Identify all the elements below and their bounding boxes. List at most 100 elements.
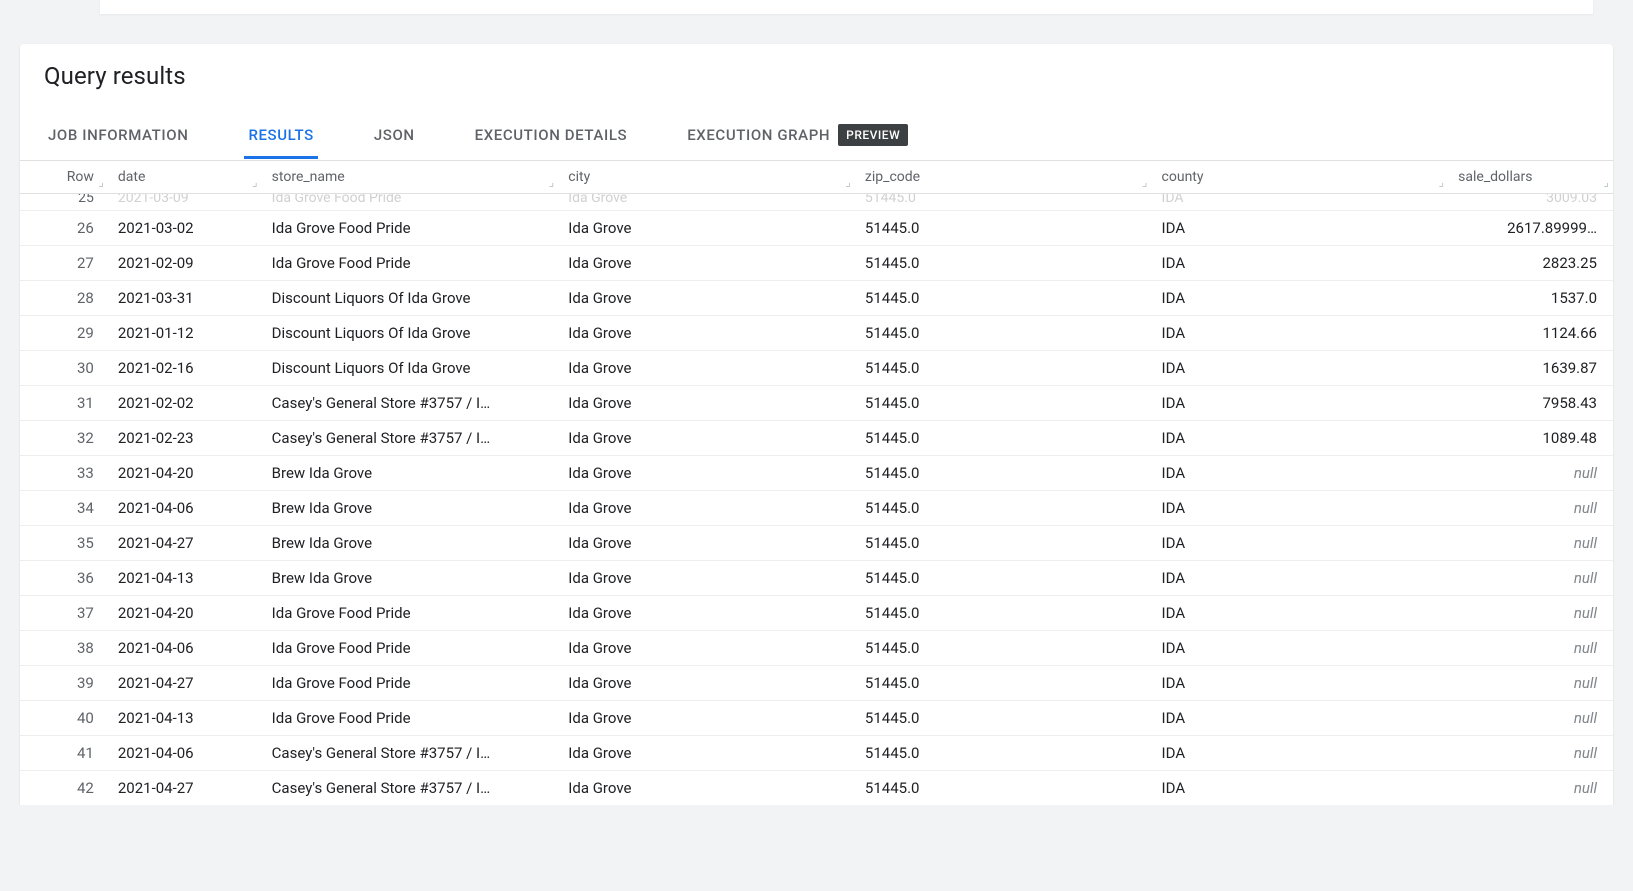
null-value: null (1574, 604, 1597, 622)
cell-sale-dollars: null (1448, 526, 1613, 561)
cell-county: IDA (1152, 771, 1449, 806)
cell-sale-dollars: null (1448, 736, 1613, 771)
cell-row: 39 (20, 666, 108, 701)
table-row[interactable]: 292021-01-12Discount Liquors Of Ida Grov… (20, 316, 1613, 351)
resize-handle-icon[interactable]: ⌟ (1439, 175, 1445, 189)
cell-row: 40 (20, 701, 108, 736)
cell-city: Ida Grove (558, 211, 855, 246)
table-row[interactable]: 302021-02-16Discount Liquors Of Ida Grov… (20, 351, 1613, 386)
cell-sale-dollars: 2823.25 (1448, 246, 1613, 281)
table-row[interactable]: 332021-04-20Brew Ida GroveIda Grove51445… (20, 456, 1613, 491)
cell-county: IDA (1152, 421, 1449, 456)
cell-sale-dollars: 2617.89999… (1448, 211, 1613, 246)
table-row[interactable]: 322021-02-23Casey's General Store #3757 … (20, 421, 1613, 456)
cell-row: 42 (20, 771, 108, 806)
header-row: Row⌟ date⌟ store_name⌟ city⌟ zip_code⌟ c… (20, 161, 1613, 194)
table-row[interactable]: 262021-03-02Ida Grove Food PrideIda Grov… (20, 211, 1613, 246)
tab-json[interactable]: JSON (370, 114, 419, 158)
cell-county: IDA (1152, 351, 1449, 386)
table-row[interactable]: 312021-02-02Casey's General Store #3757 … (20, 386, 1613, 421)
col-zip-code[interactable]: zip_code⌟ (855, 161, 1152, 194)
cell-county: IDA (1152, 526, 1449, 561)
cell-store-name: Ida Grove Food Pride (262, 666, 559, 701)
cell-date: 2021-04-06 (108, 736, 262, 771)
null-value: null (1574, 569, 1597, 587)
tab-results[interactable]: RESULTS (244, 114, 317, 158)
resize-handle-icon[interactable]: ⌟ (1142, 175, 1148, 189)
results-table-wrap[interactable]: Row⌟ date⌟ store_name⌟ city⌟ zip_code⌟ c… (20, 161, 1613, 805)
cell-sale-dollars: null (1448, 561, 1613, 596)
cell-date: 2021-02-16 (108, 351, 262, 386)
cell-row: 38 (20, 631, 108, 666)
resize-handle-icon[interactable]: ⌟ (549, 175, 555, 189)
table-row[interactable]: 402021-04-13Ida Grove Food PrideIda Grov… (20, 701, 1613, 736)
resize-handle-icon[interactable]: ⌟ (252, 175, 258, 189)
table-row[interactable]: 362021-04-13Brew Ida GroveIda Grove51445… (20, 561, 1613, 596)
cell-date: 2021-04-27 (108, 771, 262, 806)
col-sale-dollars[interactable]: sale_dollars⌟ (1448, 161, 1613, 194)
cell-sale-dollars: null (1448, 491, 1613, 526)
cell-county: IDA (1152, 561, 1449, 596)
cell-city: Ida Grove (558, 526, 855, 561)
col-store-name[interactable]: store_name⌟ (262, 161, 559, 194)
tab-execution-graph[interactable]: EXECUTION GRAPHPREVIEW (683, 112, 912, 160)
cell-zip-code: 51445.0 (855, 701, 1152, 736)
cell-zip-code: 51445.0 (855, 456, 1152, 491)
null-value: null (1574, 744, 1597, 762)
cell-city: Ida Grove (558, 456, 855, 491)
table-row[interactable]: 382021-04-06Ida Grove Food PrideIda Grov… (20, 631, 1613, 666)
null-value: null (1574, 534, 1597, 552)
table-row[interactable]: 412021-04-06Casey's General Store #3757 … (20, 736, 1613, 771)
tab-job-info[interactable]: JOB INFORMATION (44, 114, 192, 158)
null-value: null (1574, 779, 1597, 797)
cell-store-name: Discount Liquors Of Ida Grove (262, 351, 559, 386)
cell-sale-dollars: 1089.48 (1448, 421, 1613, 456)
cell-store-name: Casey's General Store #3757 / I… (262, 421, 559, 456)
cell-county: IDA (1152, 491, 1449, 526)
col-county[interactable]: county⌟ (1152, 161, 1449, 194)
cell-city: Ida Grove (558, 596, 855, 631)
cell-city: Ida Grove (558, 194, 855, 211)
cell-county: IDA (1152, 316, 1449, 351)
cell-date: 2021-02-23 (108, 421, 262, 456)
resize-handle-icon[interactable]: ⌟ (98, 175, 104, 189)
table-row[interactable]: 392021-04-27Ida Grove Food PrideIda Grov… (20, 666, 1613, 701)
cell-city: Ida Grove (558, 561, 855, 596)
resize-handle-icon[interactable]: ⌟ (845, 175, 851, 189)
cell-date: 2021-04-20 (108, 596, 262, 631)
cell-sale-dollars: null (1448, 771, 1613, 806)
cell-sale-dollars: null (1448, 631, 1613, 666)
cell-county: IDA (1152, 701, 1449, 736)
col-city[interactable]: city⌟ (558, 161, 855, 194)
cell-sale-dollars: 7958.43 (1448, 386, 1613, 421)
table-row[interactable]: 352021-04-27Brew Ida GroveIda Grove51445… (20, 526, 1613, 561)
cell-county: IDA (1152, 736, 1449, 771)
cell-row: 37 (20, 596, 108, 631)
cell-zip-code: 51445.0 (855, 771, 1152, 806)
resize-handle-icon[interactable]: ⌟ (1603, 175, 1609, 189)
cell-city: Ida Grove (558, 246, 855, 281)
cell-sale-dollars: 1124.66 (1448, 316, 1613, 351)
cell-date: 2021-04-27 (108, 666, 262, 701)
table-row[interactable]: 372021-04-20Ida Grove Food PrideIda Grov… (20, 596, 1613, 631)
tab-execution-details[interactable]: EXECUTION DETAILS (471, 114, 632, 158)
cell-store-name: Ida Grove Food Pride (262, 596, 559, 631)
top-strip (100, 0, 1593, 14)
cell-date: 2021-04-06 (108, 631, 262, 666)
table-row[interactable]: 422021-04-27Casey's General Store #3757 … (20, 771, 1613, 806)
query-results-panel: Query results JOB INFORMATION RESULTS JSON… (20, 44, 1613, 805)
cell-zip-code: 51445.0 (855, 561, 1152, 596)
cell-zip-code: 51445.0 (855, 246, 1152, 281)
col-row[interactable]: Row⌟ (20, 161, 108, 194)
table-row[interactable]: 272021-02-09Ida Grove Food PrideIda Grov… (20, 246, 1613, 281)
tab-label: JSON (374, 126, 415, 144)
col-date[interactable]: date⌟ (108, 161, 262, 194)
panel-title: Query results (44, 62, 1589, 90)
table-row[interactable]: 282021-03-31Discount Liquors Of Ida Grov… (20, 281, 1613, 316)
cell-sale-dollars: null (1448, 596, 1613, 631)
cell-zip-code: 51445.0 (855, 736, 1152, 771)
cell-zip-code: 51445.0 (855, 351, 1152, 386)
cell-date: 2021-02-09 (108, 246, 262, 281)
cell-row: 28 (20, 281, 108, 316)
table-row[interactable]: 342021-04-06Brew Ida GroveIda Grove51445… (20, 491, 1613, 526)
